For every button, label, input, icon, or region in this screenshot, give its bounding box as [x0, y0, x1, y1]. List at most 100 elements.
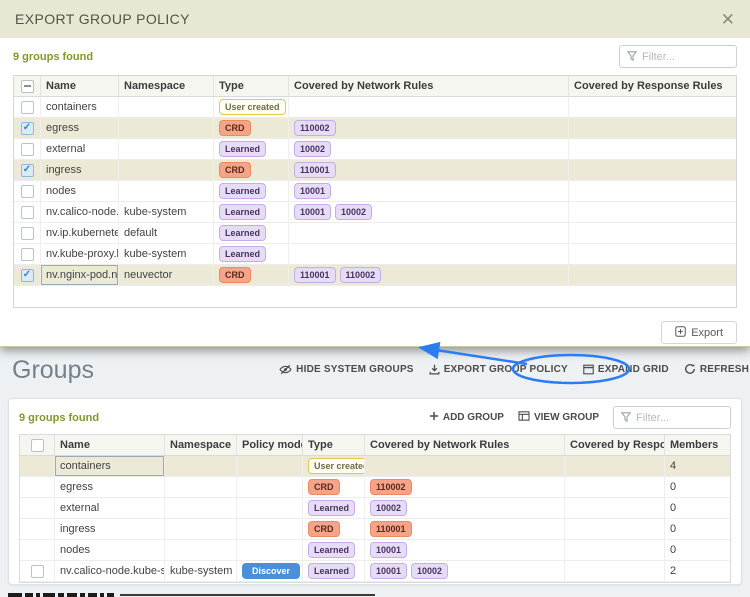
table-row[interactable]: nv.ip.kubernetes.ddefault Learned — [14, 223, 736, 244]
cell-response-rules — [565, 519, 665, 539]
cell-response-rules — [569, 160, 736, 180]
table-cell — [20, 498, 55, 518]
table-row[interactable]: nodes Learned 10001 — [14, 181, 736, 202]
cell-namespace — [165, 540, 237, 560]
badge-user: User created — [308, 458, 364, 474]
table-cell — [20, 540, 55, 560]
groups-filter-input[interactable] — [636, 411, 723, 424]
export-group-policy-button[interactable]: EXPORT GROUP POLICY — [429, 364, 568, 375]
table-cell — [14, 181, 41, 201]
table-row[interactable]: containers User created 4 — [20, 456, 730, 477]
column-header-response-rules[interactable]: Covered by Response R... — [565, 435, 665, 455]
eye-off-icon — [279, 364, 292, 375]
hide-system-groups-button[interactable]: HIDE SYSTEM GROUPS — [279, 364, 414, 375]
cell-network-rules: 10001 10002 — [289, 202, 569, 222]
row-checkbox[interactable] — [20, 205, 34, 219]
column-header-policy-mode[interactable]: Policy mode — [237, 435, 303, 455]
cell-response-rules — [565, 540, 665, 560]
export-button[interactable]: Export — [661, 321, 737, 344]
badge-crd: CRD — [308, 521, 340, 537]
groups-filter[interactable] — [613, 406, 731, 429]
column-header-name[interactable]: Name — [55, 435, 165, 455]
cell-network-rules — [365, 456, 565, 476]
table-row[interactable]: egress CRD 110002 — [14, 118, 736, 139]
column-header-network-rules[interactable]: Covered by Network Rules — [289, 76, 569, 96]
cell-name: external — [55, 498, 165, 518]
badge-rule-purple: 110001 — [294, 162, 336, 178]
row-checkbox[interactable] — [20, 184, 34, 198]
row-checkbox[interactable] — [20, 100, 34, 114]
table-row[interactable]: nv.calico-node.kubkube-system Learned 1000… — [14, 202, 736, 223]
column-header-namespace[interactable]: Namespace — [165, 435, 237, 455]
view-group-button[interactable]: VIEW GROUP — [518, 411, 599, 424]
table-row[interactable]: containers User created — [14, 97, 736, 118]
row-checkbox[interactable] — [20, 163, 34, 177]
cell-type: CRD — [214, 265, 289, 285]
cell-response-rules — [569, 223, 736, 243]
cell-type: CRD — [303, 519, 365, 539]
modal-filter-input[interactable] — [642, 50, 729, 63]
badge-crd: CRD — [219, 120, 251, 136]
select-all-checkbox[interactable] — [30, 438, 44, 452]
table-row[interactable]: external Learned 10002 — [14, 139, 736, 160]
cell-namespace — [165, 477, 237, 497]
cell-name: nv.nginx-pod.neuv — [41, 265, 119, 285]
cell-namespace: kube-system — [119, 244, 214, 264]
row-checkbox[interactable] — [20, 226, 34, 240]
table-row[interactable]: nv.kube-proxy.kubkube-system Learned — [14, 244, 736, 265]
refresh-button[interactable]: REFRESH — [684, 363, 749, 375]
column-header-namespace[interactable]: Namespace — [119, 76, 214, 96]
close-icon[interactable]: ✕ — [721, 11, 735, 28]
column-header-type[interactable]: Type — [214, 76, 289, 96]
cell-namespace — [119, 118, 214, 138]
table-row[interactable]: nv.calico-node.kube-syskube-system Discov… — [20, 561, 730, 582]
badge-rule-purple: 10001 — [294, 183, 332, 199]
cell-network-rules — [289, 223, 569, 243]
groups-table: Name Namespace Policy mode Type Covered … — [19, 434, 731, 583]
modal-filter[interactable] — [619, 45, 737, 68]
groups-panel: 9 groups found ADD GROUP VIEW GROUP Filt… — [8, 398, 742, 585]
badge-learned: Learned — [308, 500, 356, 516]
cell-response-rules — [569, 244, 736, 264]
add-group-button[interactable]: ADD GROUP — [429, 411, 504, 424]
cell-name: external — [41, 139, 119, 159]
cell-namespace — [119, 139, 214, 159]
cell-policy-mode — [237, 540, 303, 560]
cell-name: egress — [55, 477, 165, 497]
row-checkbox[interactable] — [20, 268, 34, 282]
expand-grid-button[interactable]: EXPAND GRID — [583, 364, 669, 375]
table-row[interactable]: nodes Learned 10001 0 — [20, 540, 730, 561]
export-group-policy-modal: EXPORT GROUP POLICY ✕ 9 groups found Nam… — [0, 0, 750, 347]
select-all-checkbox[interactable] — [20, 79, 34, 93]
cell-namespace: default — [119, 223, 214, 243]
row-checkbox[interactable] — [20, 247, 34, 261]
row-checkbox[interactable] — [20, 121, 34, 135]
row-checkbox[interactable] — [20, 142, 34, 156]
table-cell — [20, 456, 55, 476]
cell-type: CRD — [303, 477, 365, 497]
badge-crd: CRD — [219, 267, 251, 283]
cell-members: 2 — [670, 565, 677, 577]
cell-namespace — [165, 456, 237, 476]
table-row[interactable]: ingress CRD 110001 0 — [20, 519, 730, 540]
cell-type: User created — [214, 97, 289, 117]
table-row[interactable]: egress CRD 110002 0 — [20, 477, 730, 498]
cell-network-rules — [289, 244, 569, 264]
column-header-network-rules[interactable]: Covered by Network Rules — [365, 435, 565, 455]
column-header-response-rules[interactable]: Covered by Response Rules — [569, 76, 736, 96]
badge-rule-purple: 110001 — [294, 267, 336, 283]
column-header-name[interactable]: Name — [41, 76, 119, 96]
table-cell — [14, 160, 41, 180]
table-row[interactable]: external Learned 10002 0 — [20, 498, 730, 519]
cell-network-rules: 10001 10002 — [365, 561, 565, 581]
badge-rule-purple: 110002 — [294, 120, 336, 136]
table-cell — [14, 202, 41, 222]
groups-toolbar: HIDE SYSTEM GROUPS EXPORT GROUP POLICY E… — [279, 363, 749, 375]
column-header-members[interactable]: Members — [665, 435, 730, 455]
refresh-icon — [684, 363, 696, 375]
table-row[interactable]: ingress CRD 110001 — [14, 160, 736, 181]
column-header-type[interactable]: Type — [303, 435, 365, 455]
plus-icon — [429, 411, 439, 424]
row-checkbox[interactable] — [30, 564, 44, 578]
table-row[interactable]: nv.nginx-pod.neuvneuvector CRD 11000111000… — [14, 265, 736, 286]
